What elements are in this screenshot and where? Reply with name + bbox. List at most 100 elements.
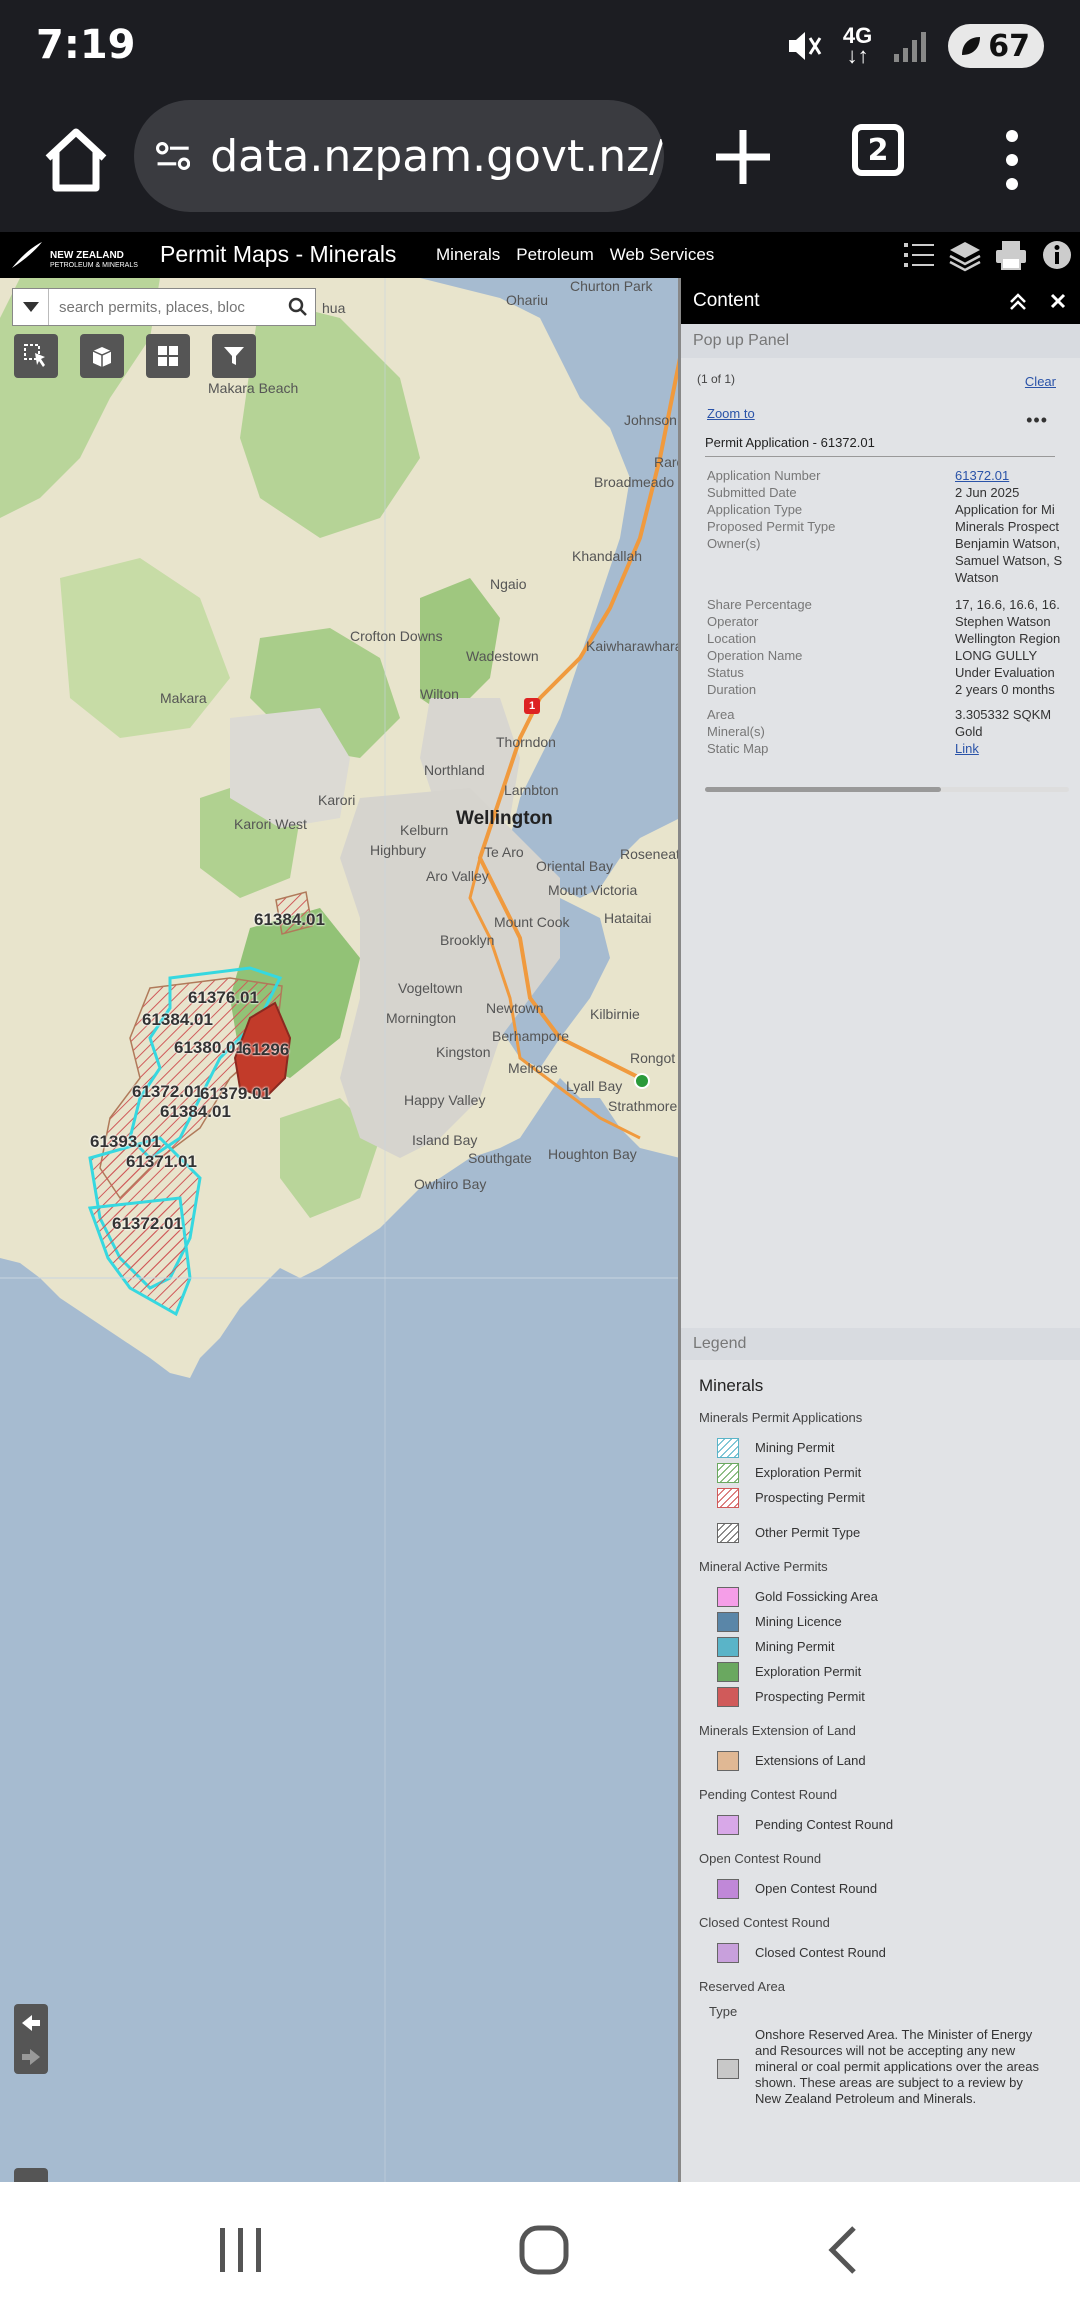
permit-label[interactable]: 61380.01 bbox=[174, 1038, 245, 1058]
legend-item: Extensions of Land bbox=[717, 1748, 1080, 1773]
attr-key: Application Number bbox=[707, 468, 821, 483]
search-dropdown[interactable] bbox=[13, 289, 49, 325]
attr-key: Operation Name bbox=[707, 648, 803, 663]
permit-label[interactable]: 61384.01 bbox=[142, 1010, 213, 1030]
legend-item-label: Exploration Permit bbox=[755, 1664, 862, 1679]
legend-item: Open Contest Round bbox=[717, 1876, 1080, 1901]
new-tab-icon[interactable] bbox=[708, 122, 778, 192]
basemap-tool-button[interactable] bbox=[80, 334, 124, 378]
map-poi-marker[interactable] bbox=[634, 1073, 650, 1089]
legend-title: Minerals bbox=[699, 1376, 764, 1395]
map-place-label: Wellington bbox=[456, 808, 553, 829]
permit-label[interactable]: 61384.01 bbox=[160, 1102, 231, 1122]
popup-horizontal-scrollbar[interactable] bbox=[705, 787, 1069, 792]
layers-icon[interactable] bbox=[948, 238, 982, 272]
scroll-handle[interactable] bbox=[14, 2168, 48, 2182]
recent-apps-icon[interactable] bbox=[210, 2220, 270, 2280]
popup-section-header[interactable]: Pop up Panel bbox=[681, 324, 1080, 358]
clear-link[interactable]: Clear bbox=[1025, 374, 1056, 389]
nav-petroleum[interactable]: Petroleum bbox=[516, 245, 593, 265]
attr-row: Mineral(s) Gold bbox=[707, 723, 1064, 740]
list-icon[interactable] bbox=[902, 238, 936, 272]
attr-value: Application for Mi bbox=[955, 502, 1055, 517]
map-place-label: Owhiro Bay bbox=[414, 1176, 487, 1192]
search-input[interactable] bbox=[49, 298, 281, 316]
address-bar[interactable]: data.nzpam.govt.nz/ bbox=[134, 100, 664, 212]
print-icon[interactable] bbox=[994, 238, 1028, 272]
legend-swatch bbox=[717, 1611, 739, 1632]
signal-icon bbox=[894, 32, 927, 62]
permit-label[interactable]: 61384.01 bbox=[254, 910, 325, 930]
select-tool-button[interactable] bbox=[14, 334, 58, 378]
map-place-label: Highbury bbox=[370, 842, 427, 858]
more-actions-button[interactable]: ••• bbox=[1026, 410, 1048, 431]
legend-item-label: Prospecting Permit bbox=[755, 1490, 865, 1505]
site-settings-icon[interactable] bbox=[156, 136, 191, 176]
home-nav-icon[interactable] bbox=[514, 2220, 574, 2280]
pointer-select-icon bbox=[24, 344, 45, 367]
static-map-link[interactable]: Link bbox=[955, 740, 1064, 757]
map-place-label: Berhampore bbox=[492, 1028, 570, 1044]
map-place-label: Happy Valley bbox=[404, 1092, 486, 1108]
attribute-table: Application Number 61372.01 Submitted Dat… bbox=[707, 467, 1064, 757]
legend-item: Other Permit Type bbox=[717, 1520, 1080, 1545]
legend-item: Mining Licence bbox=[717, 1609, 1080, 1634]
map-view[interactable]: Churton Park Ohariu Makara Beach Johnson… bbox=[0, 278, 680, 2182]
search-box bbox=[12, 288, 316, 326]
attr-row: Duration 2 years 0 months bbox=[707, 681, 1064, 698]
collapse-icon[interactable] bbox=[1005, 288, 1031, 314]
status-bar: 7:19 4G ↓↑ 67 bbox=[0, 0, 1080, 92]
grid-tool-button[interactable] bbox=[146, 334, 190, 378]
permit-label[interactable]: 61371.01 bbox=[126, 1152, 197, 1172]
search-button[interactable] bbox=[281, 289, 315, 325]
tab-switcher-button[interactable]: 2 bbox=[852, 124, 904, 176]
permit-label[interactable]: 61372.01 bbox=[132, 1082, 203, 1102]
permit-label[interactable]: 61393.01 bbox=[90, 1132, 161, 1152]
legend-group-title: Pending Contest Round bbox=[699, 1787, 838, 1802]
info-icon[interactable] bbox=[1040, 238, 1074, 272]
attr-key: Area bbox=[707, 707, 735, 722]
home-icon[interactable] bbox=[36, 120, 116, 200]
attr-row: Proposed Permit Type Minerals Prospect bbox=[707, 518, 1064, 535]
legend-item-label: Mining Licence bbox=[755, 1614, 842, 1629]
legend-section-header[interactable]: Legend bbox=[681, 1328, 1080, 1360]
nav-web-services[interactable]: Web Services bbox=[610, 245, 715, 265]
attr-key: Owner(s) bbox=[707, 536, 761, 551]
map-place-label: Raro bbox=[654, 454, 680, 470]
attr-key: Mineral(s) bbox=[707, 724, 765, 739]
map-place-label: Brooklyn bbox=[440, 932, 495, 948]
legend-swatch bbox=[717, 1586, 739, 1607]
previous-extent-icon[interactable] bbox=[14, 2006, 48, 2040]
attr-value: LONG GULLY bbox=[955, 648, 1038, 663]
permit-label[interactable]: 61372.01 bbox=[112, 1214, 183, 1234]
attr-row: Operator Stephen Watson bbox=[707, 613, 1064, 630]
permit-label[interactable]: 61376.01 bbox=[188, 988, 259, 1008]
legend-group-title: Closed Contest Round bbox=[699, 1915, 830, 1930]
popup-content: (1 of 1) Clear Zoom to ••• Permit Applic… bbox=[681, 358, 1080, 792]
legend-item: Mining Permit bbox=[717, 1634, 1080, 1659]
filter-tool-button[interactable] bbox=[212, 334, 256, 378]
zoom-to-link[interactable]: Zoom to bbox=[707, 406, 1064, 421]
nzpam-logo[interactable]: NEW ZEALAND PETROLEUM & MINERALS bbox=[10, 238, 150, 272]
back-icon[interactable] bbox=[816, 2220, 876, 2280]
application-number-link[interactable]: 61372.01 bbox=[955, 467, 1064, 484]
legend-item-label: Mining Permit bbox=[755, 1639, 835, 1654]
attr-key: Proposed Permit Type bbox=[707, 519, 836, 534]
attr-row: Status Under Evaluation bbox=[707, 664, 1064, 681]
attr-value: Benjamin Watson, Samuel Watson, S Watson bbox=[955, 536, 1063, 585]
scrollbar-thumb[interactable] bbox=[705, 787, 941, 792]
content-panel: Content Pop up Panel (1 of 1) Clear Zoom… bbox=[678, 278, 1080, 2182]
panel-title: Content bbox=[693, 290, 760, 311]
legend-swatch bbox=[717, 1878, 739, 1899]
more-menu-icon[interactable] bbox=[1000, 128, 1024, 192]
permit-label[interactable]: 61379.01 bbox=[200, 1084, 271, 1104]
attr-value: 2 years 0 months bbox=[955, 682, 1055, 697]
legend-item: Gold Fossicking Area bbox=[717, 1584, 1080, 1609]
legend-swatch bbox=[717, 1814, 739, 1835]
stack-icon bbox=[92, 347, 112, 367]
nav-minerals[interactable]: Minerals bbox=[436, 245, 500, 265]
permit-label[interactable]: 61296 bbox=[242, 1040, 289, 1060]
browser-toolbar: data.nzpam.govt.nz/ 2 bbox=[0, 92, 1080, 232]
next-extent-icon[interactable] bbox=[14, 2040, 48, 2074]
close-icon[interactable] bbox=[1045, 288, 1071, 314]
